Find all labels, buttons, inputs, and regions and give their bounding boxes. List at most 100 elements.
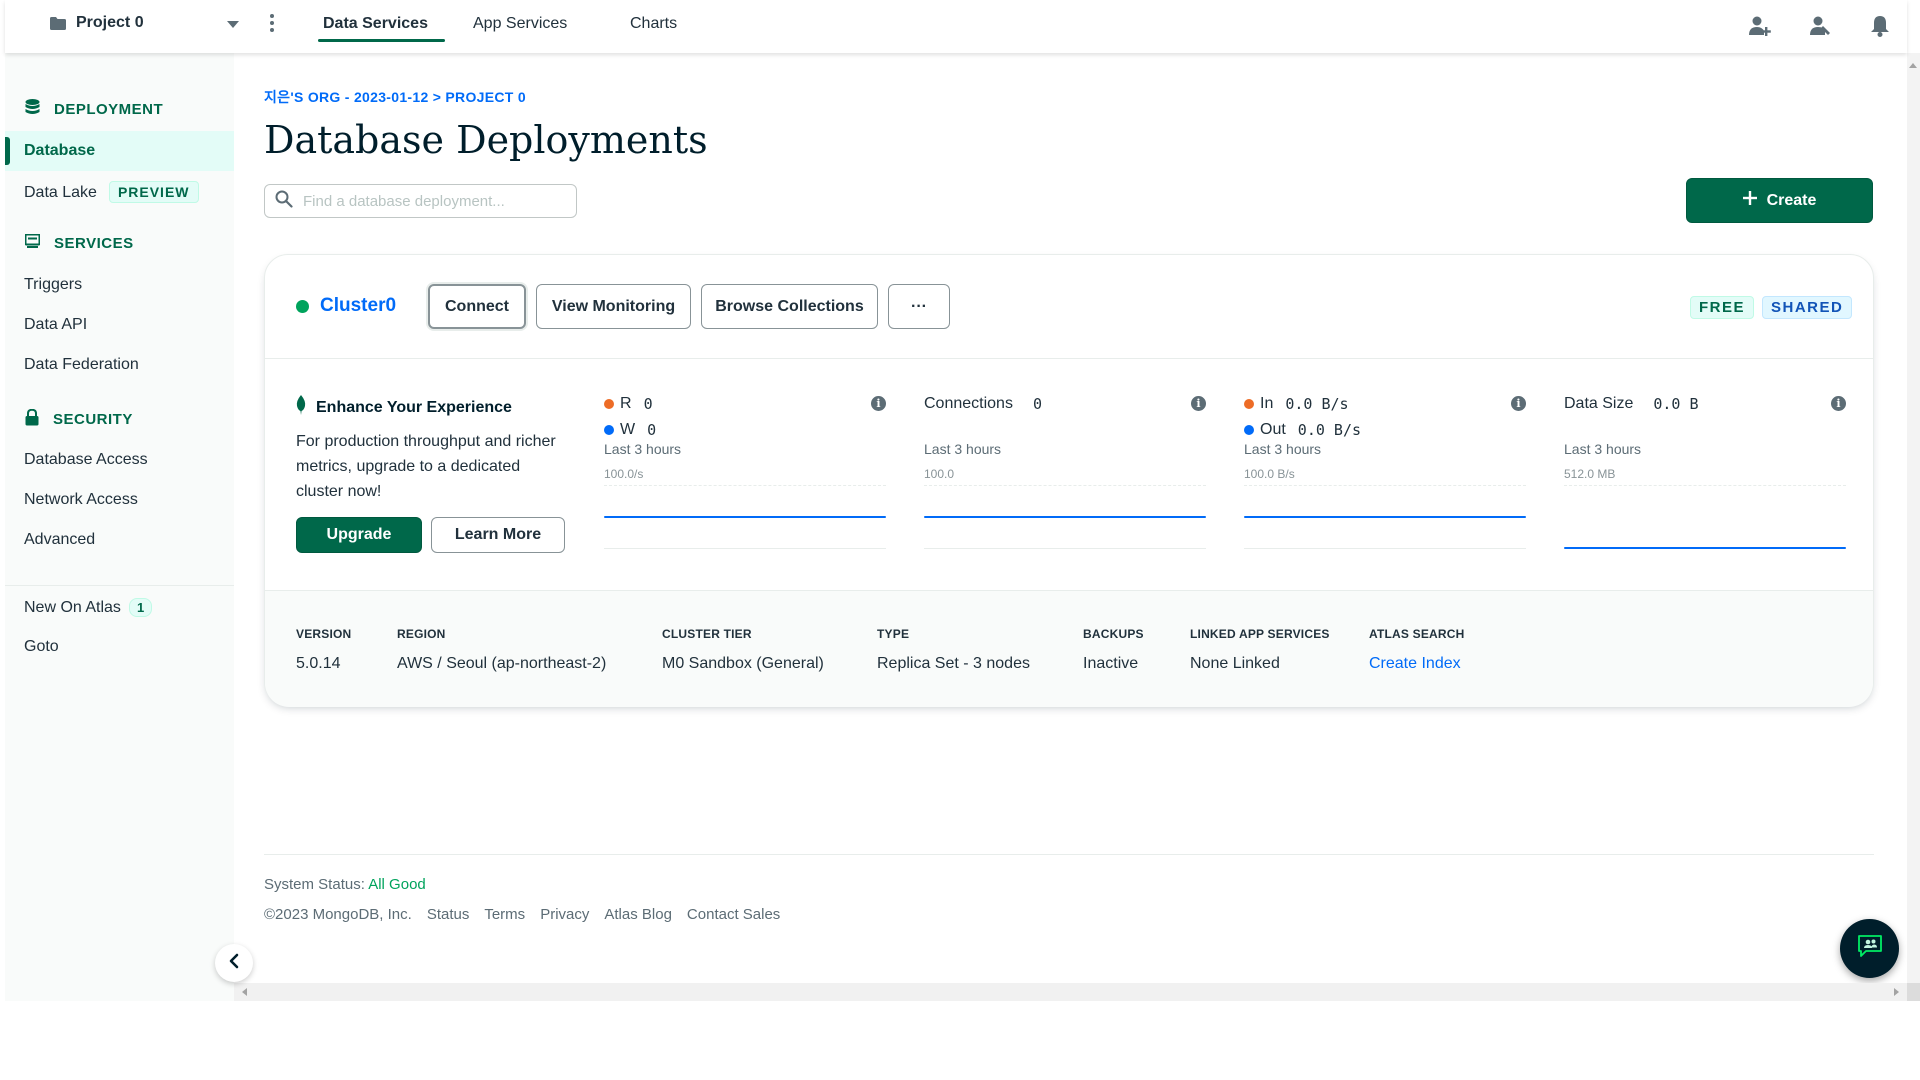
enhance-experience-text: For production throughput and richer met… xyxy=(296,433,556,500)
vertical-scrollbar[interactable] xyxy=(1907,53,1920,1001)
upgrade-button[interactable]: Upgrade xyxy=(296,517,422,553)
scroll-up-arrow-icon[interactable] xyxy=(1909,63,1917,68)
browse-collections-button[interactable]: Browse Collections xyxy=(701,284,878,329)
network-out-dot xyxy=(1244,425,1254,435)
info-icon[interactable]: i xyxy=(1511,396,1526,411)
cluster-details-row: VERSION 5.0.14 REGION AWS / Seoul (ap-no… xyxy=(265,591,1873,707)
sidebar-item-goto[interactable]: Goto xyxy=(24,638,59,656)
horizontal-scrollbar[interactable] xyxy=(234,983,1907,1001)
tab-app-services[interactable]: App Services xyxy=(473,15,567,33)
network-in-value: 0.0 B/s xyxy=(1285,395,1349,413)
detail-type: TYPE Replica Set - 3 nodes xyxy=(877,627,1030,672)
data-size-line: Data Size 0.0 B xyxy=(1564,395,1699,413)
project-selector[interactable]: Project 0 xyxy=(50,14,144,32)
metric-write-line: W 0 xyxy=(604,421,656,439)
scroll-left-arrow-icon[interactable] xyxy=(242,988,247,996)
footer-link-status[interactable]: Status xyxy=(427,906,470,923)
detail-backups: BACKUPS Inactive xyxy=(1083,627,1144,672)
chart-gridline xyxy=(1244,485,1526,486)
cluster-status-dot xyxy=(296,300,309,313)
chart-baseline xyxy=(1244,548,1526,549)
system-status-link[interactable]: All Good xyxy=(368,876,426,893)
connections-value: 0 xyxy=(1032,395,1042,413)
ops-series-line xyxy=(604,516,886,518)
metric-timeframe: Last 3 hours xyxy=(1564,441,1642,457)
sidebar-item-network-access[interactable]: Network Access xyxy=(24,491,138,509)
chart-gridline xyxy=(1564,485,1846,486)
sidebar-item-database-access[interactable]: Database Access xyxy=(24,451,148,469)
search-input[interactable] xyxy=(303,192,563,210)
network-in-line: In 0.0 B/s xyxy=(1244,395,1349,413)
sidebar-item-advanced[interactable]: Advanced xyxy=(24,531,95,549)
top-navigation-bar: Project 0 Data Services App Services Cha… xyxy=(5,0,1907,53)
invite-user-icon[interactable] xyxy=(1748,14,1772,38)
network-in-dot xyxy=(1244,399,1254,409)
tab-data-services[interactable]: Data Services xyxy=(323,15,428,33)
sidebar-item-data-api[interactable]: Data API xyxy=(24,316,87,334)
sidebar-item-database[interactable]: Database xyxy=(5,131,234,171)
chat-support-button[interactable] xyxy=(1840,919,1899,978)
cluster-card-header: Cluster0 Connect View Monitoring Browse … xyxy=(265,255,1873,359)
services-icon xyxy=(24,233,41,252)
detail-version: VERSION 5.0.14 xyxy=(296,627,352,672)
footer-link-atlas-blog[interactable]: Atlas Blog xyxy=(604,906,672,923)
support-icon[interactable] xyxy=(1808,14,1832,38)
scrollbar-corner xyxy=(1907,983,1920,1001)
scroll-right-arrow-icon[interactable] xyxy=(1894,988,1899,996)
tab-charts[interactable]: Charts xyxy=(630,15,677,33)
info-icon[interactable]: i xyxy=(871,396,886,411)
footer-link-terms[interactable]: Terms xyxy=(484,906,525,923)
sidebar-item-new-on-atlas[interactable]: New On Atlas 1 xyxy=(24,598,153,617)
caret-down-icon[interactable] xyxy=(227,21,239,28)
tier-free-badge: FREE xyxy=(1690,296,1755,319)
metric-connections[interactable]: Connections 0 i Last 3 hours 100.0 xyxy=(924,395,1206,575)
learn-more-button[interactable]: Learn More xyxy=(431,517,565,553)
sidebar-item-data-lake[interactable]: Data Lake PREVIEW xyxy=(24,181,199,203)
footer-divider xyxy=(264,854,1874,855)
metric-scale-label: 100.0/s xyxy=(604,467,644,481)
create-index-link[interactable]: Create Index xyxy=(1369,655,1465,673)
page-title: Database Deployments xyxy=(264,118,708,162)
chart-gridline xyxy=(604,485,886,486)
leaf-icon xyxy=(296,395,306,420)
notifications-bell-icon[interactable] xyxy=(1868,14,1892,38)
cluster-name-link[interactable]: Cluster0 xyxy=(320,295,396,317)
write-ops-value: 0 xyxy=(647,421,657,439)
view-monitoring-button[interactable]: View Monitoring xyxy=(536,284,691,329)
new-count-badge: 1 xyxy=(128,598,153,617)
breadcrumb[interactable]: 지은'S ORG - 2023-01-12 > PROJECT 0 xyxy=(264,87,526,107)
folder-icon xyxy=(50,16,66,30)
info-icon[interactable]: i xyxy=(1191,396,1206,411)
info-icon[interactable]: i xyxy=(1831,396,1846,411)
metric-network[interactable]: In 0.0 B/s Out 0.0 B/s i Last 3 hours 10… xyxy=(1244,395,1526,575)
sidebar-section-services: SERVICES xyxy=(24,233,134,252)
collapse-sidebar-button[interactable] xyxy=(215,944,253,982)
metric-data-size[interactable]: Data Size 0.0 B i Last 3 hours 512.0 MB xyxy=(1564,395,1846,575)
footer-link-privacy[interactable]: Privacy xyxy=(540,906,589,923)
metric-timeframe: Last 3 hours xyxy=(604,441,682,457)
deployment-search-box[interactable] xyxy=(264,184,577,218)
create-deployment-button[interactable]: Create xyxy=(1686,178,1873,223)
detail-region: REGION AWS / Seoul (ap-northeast-2) xyxy=(397,627,607,672)
left-sidebar: DEPLOYMENT Database Data Lake PREVIEW SER… xyxy=(5,53,234,1001)
cluster-card: Cluster0 Connect View Monitoring Browse … xyxy=(264,254,1874,707)
network-out-line: Out 0.0 B/s xyxy=(1244,421,1361,439)
footer-copyright: ©2023 MongoDB, Inc. xyxy=(264,906,412,923)
sidebar-item-data-federation[interactable]: Data Federation xyxy=(24,356,139,374)
footer-link-contact-sales[interactable]: Contact Sales xyxy=(687,906,780,923)
more-options-button[interactable]: ··· xyxy=(888,284,950,329)
connect-button[interactable]: Connect xyxy=(428,284,526,329)
sidebar-section-deployment: DEPLOYMENT xyxy=(25,99,163,119)
vertical-ellipsis-icon[interactable] xyxy=(269,14,275,36)
chat-icon xyxy=(1857,934,1883,963)
metric-read-line: R 0 xyxy=(604,395,653,413)
data-size-value: 0.0 B xyxy=(1653,395,1699,413)
preview-badge: PREVIEW xyxy=(108,181,199,203)
tier-shared-badge: SHARED xyxy=(1762,296,1853,319)
sidebar-item-triggers[interactable]: Triggers xyxy=(24,276,82,294)
chevron-left-icon xyxy=(228,953,240,974)
metric-operations[interactable]: R 0 W 0 i Last 3 hours 100.0/s xyxy=(604,395,886,575)
metric-timeframe: Last 3 hours xyxy=(924,441,1002,457)
network-out-value: 0.0 B/s xyxy=(1297,421,1362,439)
write-series-dot xyxy=(604,425,614,435)
